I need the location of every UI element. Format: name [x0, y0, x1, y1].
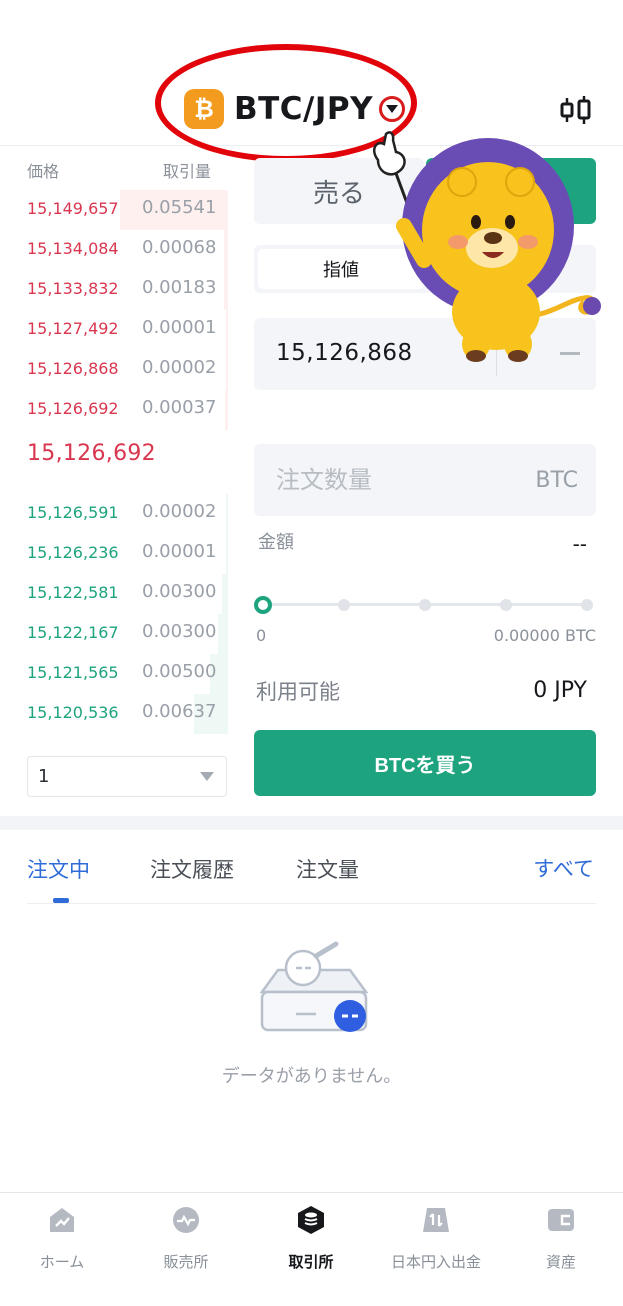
bid-row[interactable]: 15,126,236 0.00001 [0, 534, 228, 574]
quantity-input[interactable] [276, 466, 476, 494]
available-label: 利用可能 [256, 680, 340, 704]
empty-inbox-icon [259, 941, 369, 1032]
slider-step[interactable] [500, 599, 512, 611]
nav-item-assets[interactable]: 資産 [499, 1205, 623, 1285]
ask-price: 15,127,492 [27, 319, 119, 338]
empty-state-text: データがありません。 [221, 1066, 402, 1087]
buy-btc-button[interactable]: BTCを買う [254, 730, 596, 796]
bid-qty: 0.00002 [142, 501, 217, 522]
amount-value: -- [572, 532, 587, 556]
depth-bar [226, 310, 228, 350]
home-chart-icon [50, 1208, 74, 1232]
bid-qty: 0.00300 [142, 621, 217, 642]
quantity-field[interactable]: BTC [254, 444, 596, 516]
ask-row[interactable]: 15,133,832 0.00183 [0, 270, 228, 310]
bid-price: 15,121,565 [27, 663, 119, 682]
ask-qty: 0.00068 [142, 237, 217, 258]
depth-bar [226, 534, 228, 574]
depth-bar [222, 574, 228, 614]
slider-min-label: 0 [256, 626, 267, 645]
last-traded-price: 15,126,692 [27, 441, 156, 466]
ask-qty: 0.00001 [142, 317, 217, 338]
quantity-slider[interactable] [254, 596, 596, 614]
depth-bar [224, 230, 228, 270]
ask-qty: 0.05541 [142, 197, 217, 218]
bid-row[interactable]: 15,122,167 0.00300 [0, 614, 228, 654]
bid-row[interactable]: 15,122,581 0.00300 [0, 574, 228, 614]
ask-price: 15,126,868 [27, 359, 119, 378]
nav-item-exchange[interactable]: 取引所 [249, 1205, 373, 1285]
bid-price: 15,122,167 [27, 623, 119, 642]
bid-price: 15,122,581 [27, 583, 119, 602]
bid-row[interactable]: 15,126,591 0.00002 [0, 494, 228, 534]
ask-row[interactable]: 15,126,692 0.00037 [0, 390, 228, 430]
slider-handle[interactable] [254, 596, 272, 614]
bid-qty: 0.00001 [142, 541, 217, 562]
ask-row[interactable]: 15,127,492 0.00001 [0, 310, 228, 350]
candlestick-chart-icon[interactable] [558, 94, 594, 126]
price-column-header: 価格 [27, 162, 60, 181]
depth-bar [225, 390, 228, 430]
slider-max-label: 0.00000 BTC [493, 626, 596, 645]
tab-order-volume[interactable]: 注文量 [296, 854, 359, 884]
ask-price: 15,149,657 [27, 199, 119, 218]
bid-price: 15,126,236 [27, 543, 119, 562]
dropdown-caret-icon [200, 772, 214, 781]
available-value: 0 JPY [533, 678, 587, 703]
bid-price: 15,120,536 [27, 703, 119, 722]
depth-bar [218, 614, 228, 654]
nav-item-store[interactable]: 販売所 [124, 1205, 248, 1285]
bid-row[interactable]: 15,121,565 0.00500 [0, 654, 228, 694]
quantity-column-header: 取引量 [163, 162, 212, 181]
ask-row[interactable]: 15,134,084 0.00068 [0, 230, 228, 270]
nav-item-jpy-deposit[interactable]: 日本円入出金 [374, 1205, 498, 1285]
depth-bar [226, 350, 228, 390]
depth-select[interactable]: 1 [27, 756, 227, 797]
coin-stack-icon [298, 1206, 324, 1234]
quantity-unit: BTC [535, 468, 578, 493]
ask-price: 15,126,692 [27, 399, 119, 418]
bid-qty: 0.00300 [142, 581, 217, 602]
ask-price: 15,133,832 [27, 279, 119, 298]
wallet-icon [548, 1209, 574, 1231]
slider-step[interactable] [419, 599, 431, 611]
bid-price: 15,126,591 [27, 503, 119, 522]
amount-label: 金額 [258, 532, 294, 553]
nav-label: ホーム [39, 1253, 85, 1271]
nav-label: 日本円入出金 [390, 1253, 481, 1271]
divider [27, 903, 596, 904]
tab-open-orders[interactable]: 注文中 [27, 854, 90, 884]
nav-item-home[interactable]: ホーム [0, 1205, 124, 1285]
slider-step[interactable] [338, 599, 350, 611]
bid-qty: 0.00637 [142, 701, 217, 722]
nav-label: 販売所 [163, 1253, 209, 1271]
depth-bar [224, 270, 228, 310]
ask-row[interactable]: 15,149,657 0.05541 [0, 190, 228, 230]
lion-mascot-illustration [373, 131, 601, 362]
top-header: ₿ BTC/JPY [0, 0, 623, 162]
ask-qty: 0.00002 [142, 357, 217, 378]
bottom-nav: ホーム 販売所 取引所 日本円入出金 資産 [0, 1192, 623, 1306]
section-divider [0, 816, 623, 830]
depth-select-value: 1 [38, 766, 50, 787]
bid-qty: 0.00500 [142, 661, 217, 682]
nav-label: 資産 [545, 1253, 576, 1271]
exchange-wave-icon [173, 1207, 199, 1233]
view-all-link[interactable]: すべて [533, 853, 594, 883]
slider-step[interactable] [581, 599, 593, 611]
ask-price: 15,134,084 [27, 239, 119, 258]
ask-qty: 0.00183 [142, 277, 217, 298]
tab-order-history[interactable]: 注文履歴 [150, 854, 234, 884]
ask-row[interactable]: 15,126,868 0.00002 [0, 350, 228, 390]
deposit-withdraw-icon [423, 1208, 449, 1232]
depth-bar [226, 494, 228, 534]
nav-label: 取引所 [288, 1253, 334, 1271]
ask-qty: 0.00037 [142, 397, 217, 418]
bid-row[interactable]: 15,120,536 0.00637 [0, 694, 228, 734]
